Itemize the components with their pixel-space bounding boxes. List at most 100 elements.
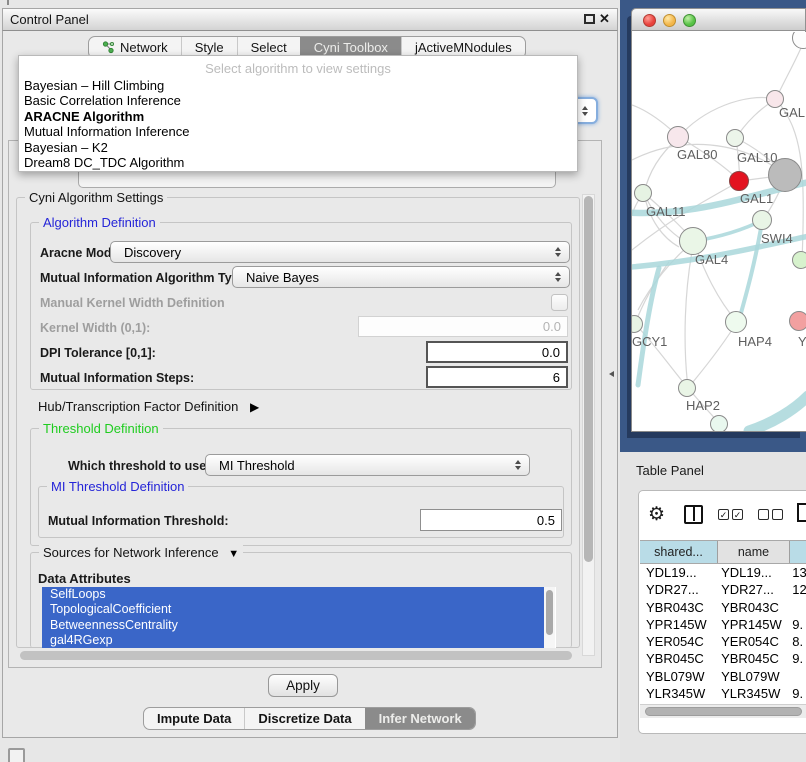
apply-button[interactable]: Apply <box>268 674 338 697</box>
node-label-gal: GAL <box>779 105 805 120</box>
node-label-hap4: HAP4 <box>738 334 772 349</box>
attribute-topologicalcoefficient[interactable]: TopologicalCoefficient <box>42 602 551 617</box>
table-cell: YER054C <box>717 634 788 649</box>
tab-impute-data[interactable]: Impute Data <box>144 708 244 729</box>
algorithm-option-dream8-dc-tdc-algorithm[interactable]: Dream8 DC_TDC Algorithm <box>19 155 577 170</box>
combo-stepper-icon <box>582 106 588 116</box>
table-rows: YDL19...YDL19...13YDR27...YDR27...12YBR0… <box>640 564 806 719</box>
node-y[interactable] <box>789 311 806 331</box>
select-all-icon[interactable]: ✓✓ <box>718 509 743 520</box>
corner-tick <box>7 0 9 5</box>
network-canvas[interactable]: GALGAL80GAL10GAL1GAL11GAL4SWI4GCY1HAP4YH… <box>632 32 806 431</box>
sources-toggle[interactable]: Sources for Network Inference ▼ <box>39 545 243 562</box>
algorithm-option-aracne-algorithm[interactable]: ARACNE Algorithm <box>19 109 577 124</box>
node-hap2[interactable] <box>678 379 696 397</box>
node-label-gal11: GAL11 <box>646 204 686 219</box>
column-header-name[interactable]: name <box>718 541 790 563</box>
zoom-traffic-light[interactable] <box>683 14 696 27</box>
which-threshold-select[interactable]: MI Threshold <box>205 454 530 476</box>
hub-definition-label: Hub/Transcription Factor Definition <box>38 399 238 414</box>
node-gal80[interactable] <box>667 126 689 148</box>
data-attributes-label: Data Attributes <box>38 571 131 586</box>
table-cell: YLR345W <box>640 686 717 701</box>
kernel-width-label: Kernel Width (0,1): <box>40 321 150 335</box>
mi-steps-field[interactable]: 6 <box>426 366 568 388</box>
table-row[interactable]: YDL19...YDL19...13 <box>640 564 806 581</box>
table-header: shared...name <box>640 540 806 564</box>
which-threshold-value: MI Threshold <box>219 458 295 473</box>
node-gal4[interactable] <box>679 227 707 255</box>
table-cell: 12 <box>788 582 806 597</box>
table-row[interactable]: YER054CYER054C8. <box>640 633 806 650</box>
minimized-panel-icon[interactable] <box>8 748 25 762</box>
mi-type-select[interactable]: Naive Bayes <box>232 266 570 288</box>
tab-cyni-toolbox-label: Cyni Toolbox <box>314 40 388 55</box>
screen: Control Panel ✕ NetworkStyleSelectCyni T… <box>0 0 806 762</box>
attribute-betweennesscentrality[interactable]: BetweennessCentrality <box>42 618 551 633</box>
gear-icon[interactable]: ⚙ <box>648 503 665 526</box>
tab-network-label: Network <box>120 40 168 55</box>
node-hap4[interactable] <box>725 311 747 333</box>
table-row[interactable]: YBL079WYBL079W <box>640 668 806 685</box>
cyni-settings-group-title: Cyni Algorithm Settings <box>25 190 167 205</box>
manual-kernel-checkbox[interactable] <box>551 294 568 311</box>
column-header-shared[interactable]: shared... <box>640 541 718 563</box>
mi-type-value: Naive Bayes <box>246 270 319 285</box>
node-gal11[interactable] <box>634 184 652 202</box>
table-cell: YER054C <box>640 634 717 649</box>
control-panel-titlebar <box>2 8 618 31</box>
table-cell: YBL079W <box>717 669 788 684</box>
control-panel-title: Control Panel <box>10 12 89 27</box>
threshold-definition-title: Threshold Definition <box>39 421 163 436</box>
algorithm-option-bayesian-k2[interactable]: Bayesian – K2 <box>19 140 577 155</box>
tab-discretize-data-label: Discretize Data <box>258 711 351 726</box>
node-gal10[interactable] <box>726 129 744 147</box>
close-icon[interactable]: ✕ <box>599 11 610 27</box>
node-swi4[interactable] <box>752 210 772 230</box>
table-row[interactable]: YDR27...YDR27...12 <box>640 581 806 598</box>
node-label-gal4: GAL4 <box>695 252 728 267</box>
data-attributes-list: SelfLoopsTopologicalCoefficientBetweenne… <box>42 587 556 648</box>
algorithm-option-mutual-information-inference[interactable]: Mutual Information Inference <box>19 124 577 139</box>
node[interactable] <box>792 251 806 269</box>
table-row[interactable]: YBR045CYBR045C9. <box>640 650 806 667</box>
node[interactable] <box>768 158 802 192</box>
combo-stepper-icon <box>515 460 521 470</box>
table-row[interactable]: YBR043CYBR043C <box>640 599 806 616</box>
table-horizontal-scrollbar-thumb[interactable] <box>645 707 802 716</box>
kernel-width-field[interactable]: 0.0 <box>358 316 568 337</box>
table-cell: YBR045C <box>717 651 788 666</box>
export-table-icon[interactable] <box>797 503 806 522</box>
attributes-scrollbar[interactable] <box>544 587 555 648</box>
float-window-icon[interactable] <box>584 14 595 24</box>
attribute-selfloops[interactable]: SelfLoops <box>42 587 551 602</box>
algorithm-option-basic-correlation-inference[interactable]: Basic Correlation Inference <box>19 93 577 108</box>
mi-threshold-group-title: MI Threshold Definition <box>47 479 188 494</box>
algorithm-option-bayesian-hill-climbing[interactable]: Bayesian – Hill Climbing <box>19 78 577 93</box>
aracne-mode-select[interactable]: Discovery <box>110 241 570 263</box>
split-columns-icon[interactable] <box>684 505 703 524</box>
tab-select-label: Select <box>251 40 287 55</box>
hub-definition-toggle[interactable]: Hub/Transcription Factor Definition ▶ <box>38 399 259 414</box>
splitter-arrow-icon[interactable] <box>609 371 614 377</box>
close-traffic-light[interactable] <box>643 14 656 27</box>
table-cell: YLR345W <box>717 686 788 701</box>
table-row[interactable]: YLR345WYLR345W9. <box>640 685 806 702</box>
expand-right-icon: ▶ <box>250 400 259 414</box>
minimize-traffic-light[interactable] <box>663 14 676 27</box>
table-cell: 8. <box>788 634 806 649</box>
tab-infer-network-label: Infer Network <box>379 711 462 726</box>
dpi-tolerance-field[interactable]: 0.0 <box>426 341 568 363</box>
node-gal1[interactable] <box>729 171 749 191</box>
tab-discretize-data[interactable]: Discretize Data <box>244 708 364 729</box>
combo-stepper-icon <box>555 272 561 282</box>
settings-horizontal-scrollbar-thumb[interactable] <box>20 651 572 660</box>
node[interactable] <box>710 415 728 431</box>
deselect-all-icon[interactable] <box>758 509 783 520</box>
table-row[interactable]: YPR145WYPR145W9. <box>640 616 806 633</box>
settings-vertical-scrollbar-thumb[interactable] <box>584 196 593 562</box>
tab-infer-network[interactable]: Infer Network <box>365 708 475 729</box>
column-header-extra[interactable] <box>790 541 806 563</box>
attribute-gal4rgexp[interactable]: gal4RGexp <box>42 633 551 648</box>
mi-threshold-field[interactable]: 0.5 <box>420 509 562 531</box>
